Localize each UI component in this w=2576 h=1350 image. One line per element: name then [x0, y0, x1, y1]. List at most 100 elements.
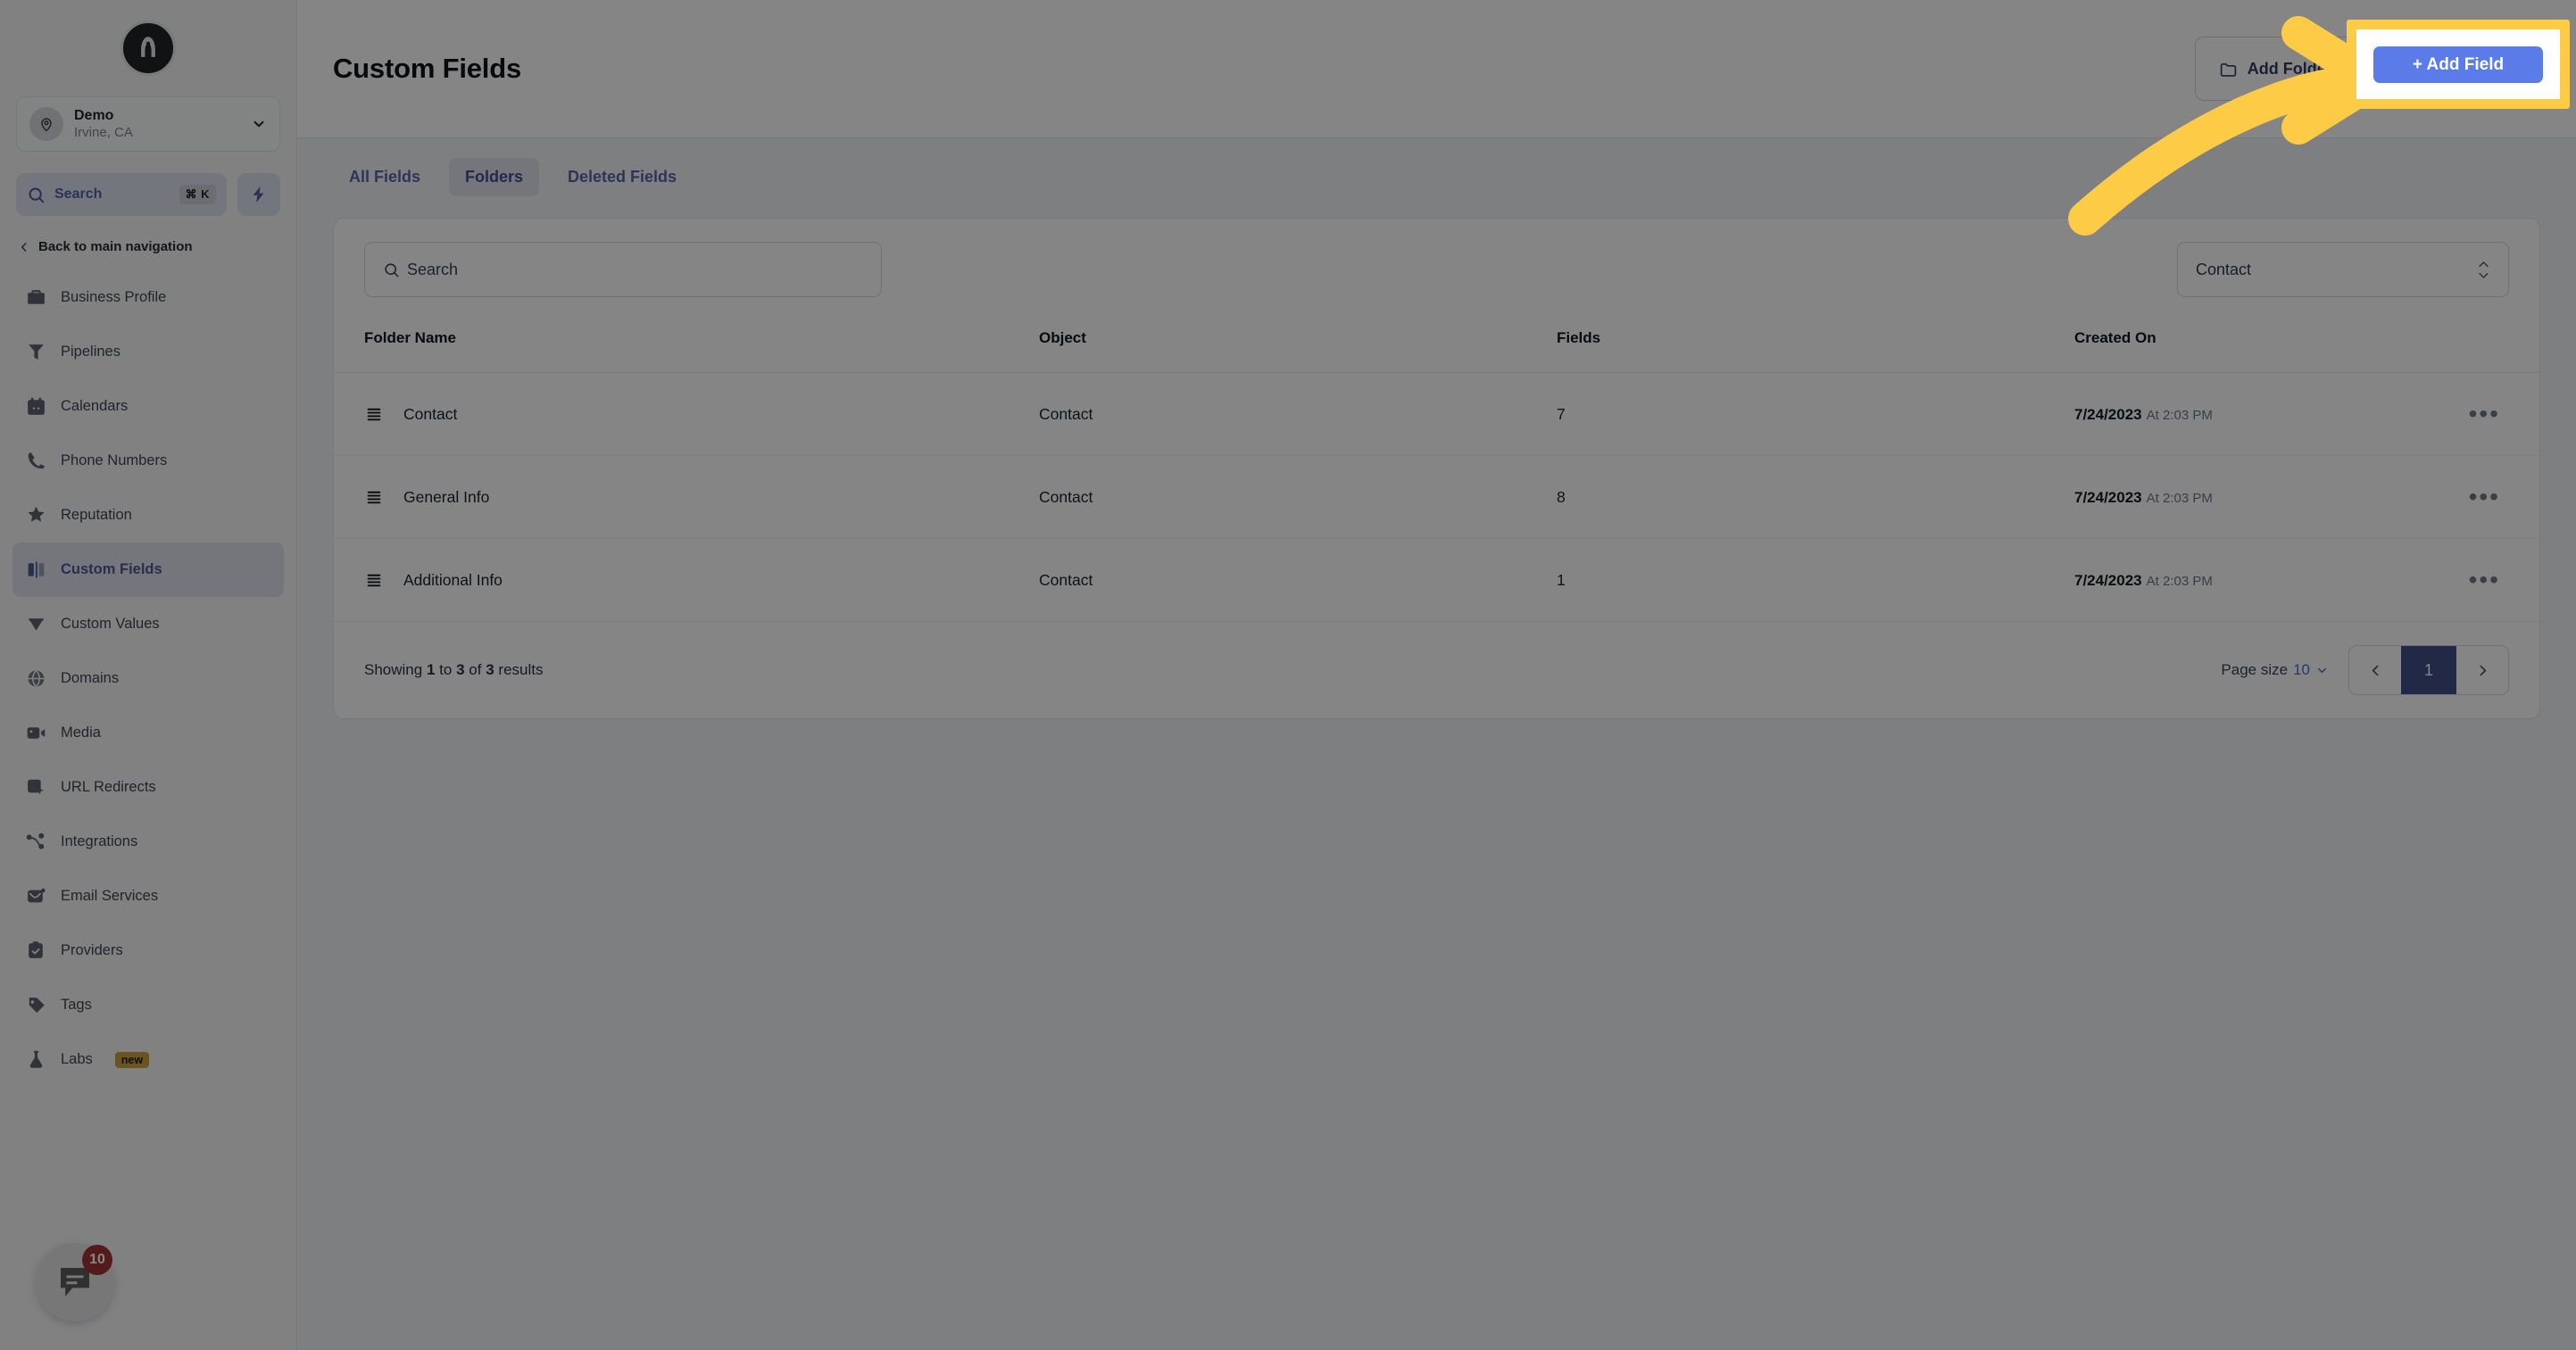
sidebar-item-label: Media [61, 725, 101, 741]
location-pin-icon [41, 118, 52, 132]
add-field-button[interactable]: + Add Field [2377, 37, 2540, 101]
back-nav-label: Back to main navigation [38, 239, 193, 254]
mail-icon [25, 885, 47, 907]
columns-icon [25, 559, 47, 581]
sidebar-item-label: Calendars [61, 398, 129, 414]
add-folder-label: Add Folder [2247, 59, 2332, 78]
cell-folder-name: Additional Info [403, 570, 503, 589]
tab-deleted-fields[interactable]: Deleted Fields [552, 158, 693, 196]
ellipsis-icon[interactable]: ••• [2469, 566, 2509, 593]
sidebar-item-phone-numbers[interactable]: Phone Numbers [12, 434, 284, 488]
sidebar-item-providers[interactable]: Providers [12, 923, 284, 978]
cell-created-on: 7/24/2023 At 2:03 PM [2074, 455, 2449, 539]
showing-to: 3 [456, 661, 465, 678]
star-icon [25, 504, 47, 526]
sidebar-item-label: Email Services [61, 888, 159, 904]
ellipsis-icon[interactable]: ••• [2469, 400, 2509, 427]
cell-fields-count: 1 [1557, 538, 2074, 622]
globe-icon [25, 667, 47, 690]
page-size-select[interactable]: Page size 10 [2221, 661, 2329, 679]
prev-page-button[interactable] [2349, 646, 2401, 694]
cell-object: Contact [1039, 538, 1557, 622]
sidebar-item-reputation[interactable]: Reputation [12, 488, 284, 542]
drag-handle-icon[interactable] [364, 487, 384, 507]
column-header-fields[interactable]: Fields [1557, 320, 2074, 373]
table-body: Contact Contact 7 7/24/2023 At 2:03 PM ••… [334, 372, 2539, 622]
sidebar-item-labs[interactable]: Labs new [12, 1032, 284, 1087]
sidebar-item-integrations[interactable]: Integrations [12, 815, 284, 869]
cell-folder-name: General Info [403, 487, 490, 506]
column-header-created-on[interactable]: Created On [2074, 320, 2449, 373]
showing-mid: to [439, 661, 453, 678]
table-toolbar: Search Contact [334, 219, 2539, 320]
created-time: At 2:03 PM [2146, 573, 2213, 589]
search-icon [385, 262, 399, 277]
sidebar-item-label: Phone Numbers [61, 452, 168, 468]
sidebar-item-pipelines[interactable]: Pipelines [12, 325, 284, 379]
chevron-down-icon [2318, 667, 2326, 673]
location-avatar [29, 107, 63, 141]
showing-from: 1 [426, 661, 436, 678]
sidebar-search-button[interactable]: Search ⌘ K [16, 173, 227, 216]
object-filter-select[interactable]: Contact [2177, 242, 2509, 297]
tab-bar: All Fields Folders Deleted Fields [297, 138, 2576, 196]
folder-plus-icon [2220, 62, 2236, 77]
table-row[interactable]: Additional Info Contact 1 7/24/2023 At 2:… [334, 538, 2539, 622]
gem-icon [25, 613, 47, 635]
chat-widget-button[interactable]: 10 [36, 1243, 114, 1321]
page-header: Custom Fields Add Folder + Add Field [297, 0, 2576, 138]
sidebar-item-label: URL Redirects [61, 779, 156, 795]
sidebar-item-custom-values[interactable]: Custom Values [12, 597, 284, 651]
location-switcher[interactable]: Demo Irvine, CA [16, 96, 280, 152]
table-header: Folder Name Object Fields Created On [334, 320, 2539, 373]
clipboard-check-icon [25, 940, 47, 962]
search-icon [29, 187, 45, 203]
sidebar-item-calendars[interactable]: Calendars [12, 379, 284, 434]
chat-unread-badge: 10 [82, 1245, 112, 1275]
tab-folders[interactable]: Folders [449, 158, 540, 196]
briefcase-icon [25, 286, 47, 309]
ellipsis-icon[interactable]: ••• [2469, 483, 2509, 510]
column-header-folder-name[interactable]: Folder Name [334, 320, 1039, 373]
labs-new-badge: new [114, 1051, 150, 1068]
drag-handle-icon[interactable] [364, 570, 384, 590]
sidebar-item-custom-fields[interactable]: Custom Fields [12, 542, 284, 597]
table-row[interactable]: Contact Contact 7 7/24/2023 At 2:03 PM ••… [334, 372, 2539, 456]
results-summary: Showing 1 to 3 of 3 results [364, 661, 543, 679]
folders-card: Search Contact Folder Name Object Fields… [333, 218, 2540, 719]
quick-actions-button[interactable] [237, 173, 280, 216]
search-shortcut-badge: ⌘ K [179, 185, 216, 204]
column-header-object[interactable]: Object [1039, 320, 1557, 373]
search-input[interactable]: Search [364, 242, 882, 297]
tab-all-fields[interactable]: All Fields [333, 158, 436, 196]
next-page-button[interactable] [2456, 646, 2508, 694]
sidebar-item-label: Custom Fields [61, 561, 162, 577]
created-date: 7/24/2023 [2074, 405, 2142, 423]
sidebar-item-media[interactable]: Media [12, 706, 284, 760]
page-number-1[interactable]: 1 [2401, 646, 2456, 694]
back-to-main-navigation[interactable]: Back to main navigation [0, 216, 296, 270]
drag-handle-icon[interactable] [364, 404, 384, 424]
sidebar-item-business-profile[interactable]: Business Profile [12, 270, 284, 325]
showing-prefix: Showing [364, 661, 423, 678]
folders-table: Folder Name Object Fields Created On Con… [334, 320, 2539, 622]
cell-object: Contact [1039, 455, 1557, 539]
chevron-updown-icon [2477, 261, 2490, 279]
rocket-logo-icon [141, 37, 155, 57]
flask-icon [25, 1048, 47, 1071]
sidebar-item-email-services[interactable]: Email Services [12, 869, 284, 923]
showing-total: 3 [486, 661, 494, 678]
sidebar-item-url-redirects[interactable]: URL Redirects [12, 760, 284, 815]
sidebar-item-domains[interactable]: Domains [12, 651, 284, 706]
table-row[interactable]: General Info Contact 8 7/24/2023 At 2:03 … [334, 455, 2539, 539]
app-logo[interactable] [0, 0, 296, 96]
page-size-value: 10 [2293, 661, 2310, 678]
sidebar-item-label: Domains [61, 670, 120, 686]
chevron-left-icon [21, 242, 27, 252]
chevron-down-icon[interactable] [251, 116, 267, 132]
phone-icon [25, 450, 47, 472]
sidebar-item-tags[interactable]: Tags [12, 978, 284, 1032]
add-folder-button[interactable]: Add Folder [2194, 37, 2356, 101]
chevron-right-icon [2480, 665, 2486, 675]
sidebar-item-label: Custom Values [61, 616, 160, 632]
